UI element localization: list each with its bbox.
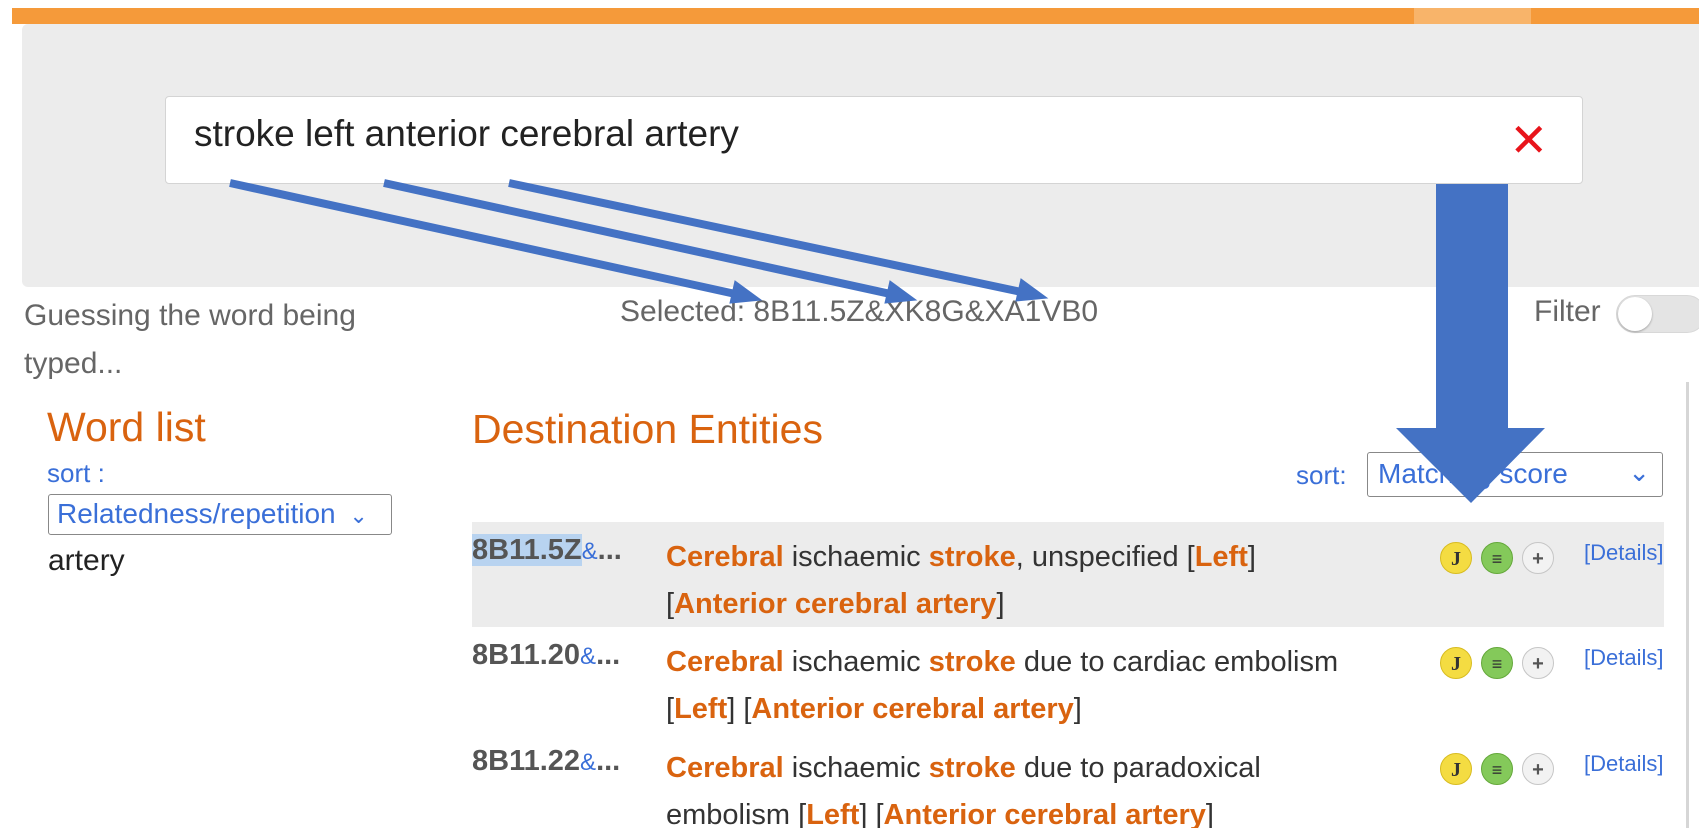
- j-icon[interactable]: J: [1440, 647, 1472, 679]
- chevron-down-icon: ⌄: [349, 503, 368, 528]
- description-text: ]: [1205, 799, 1214, 828]
- entity-code[interactable]: 8B11.5Z&...: [472, 534, 622, 567]
- matched-term: Left: [1194, 541, 1248, 573]
- destination-row[interactable]: 8B11.22&... Cerebral ischaemic stroke due…: [472, 733, 1664, 828]
- selected-codes: Selected: 8B11.5Z&XK8G&XA1VB0: [620, 295, 1099, 328]
- entity-code[interactable]: 8B11.22&...: [472, 745, 620, 778]
- matched-term: Anterior cerebral artery: [883, 799, 1206, 828]
- matched-term: Anterior cerebral artery: [674, 588, 997, 620]
- plus-icon[interactable]: +: [1522, 647, 1554, 679]
- plus-icon[interactable]: +: [1522, 753, 1554, 785]
- destination-row[interactable]: 8B11.5Z&... Cerebral ischaemic stroke, un…: [472, 522, 1664, 627]
- description-text: ] [: [859, 799, 884, 828]
- j-icon[interactable]: J: [1440, 753, 1472, 785]
- matched-term: stroke: [928, 646, 1016, 678]
- word-list-sort-value: Relatedness/repetition: [57, 498, 336, 529]
- list-icon[interactable]: ≡: [1481, 542, 1513, 574]
- word-list-item[interactable]: artery: [48, 544, 125, 578]
- matched-term: stroke: [928, 752, 1016, 784]
- details-link[interactable]: [Details]: [1584, 645, 1663, 671]
- list-icon[interactable]: ≡: [1481, 647, 1513, 679]
- matched-term: Anterior cerebral artery: [751, 693, 1074, 725]
- guess-status: Guessing the word being typed...: [24, 299, 356, 380]
- scrollbar[interactable]: [1686, 382, 1689, 828]
- matched-term: Left: [674, 693, 728, 725]
- word-list-title: Word list: [47, 404, 206, 450]
- description-text: ]: [1073, 693, 1082, 725]
- entity-code-amp: &: [580, 749, 597, 776]
- details-link[interactable]: [Details]: [1584, 751, 1663, 777]
- description-text: ischaemic: [783, 752, 929, 784]
- destination-entities-title: Destination Entities: [472, 406, 823, 452]
- search-query-text: stroke left anterior cerebral artery: [194, 113, 739, 154]
- j-icon[interactable]: J: [1440, 542, 1472, 574]
- entity-code-text: 8B11.20: [472, 639, 581, 671]
- word-list-sort-label: sort :: [47, 458, 105, 488]
- search-input[interactable]: stroke left anterior cerebral artery ✕: [165, 96, 1583, 184]
- details-link[interactable]: [Details]: [1584, 540, 1663, 566]
- word-list-sort-select[interactable]: Relatedness/repetition ⌄: [48, 494, 392, 535]
- entity-code-amp: &: [581, 538, 598, 565]
- filter-label: Filter: [1534, 295, 1601, 328]
- chevron-down-icon: ⌄: [1628, 457, 1650, 487]
- entity-description[interactable]: Cerebral ischaemic stroke due to paradox…: [666, 745, 1356, 828]
- matched-term: Left: [806, 799, 860, 828]
- entity-code-text: 8B11.5Z: [472, 534, 582, 566]
- entity-code-text: 8B11.22: [472, 745, 581, 777]
- entity-code-amp: &: [580, 643, 597, 670]
- top-accent-bar: [12, 8, 1699, 24]
- entity-code-ellipsis: ...: [597, 534, 622, 566]
- toggle-knob: [1618, 297, 1652, 331]
- matched-term: Cerebral: [666, 646, 784, 678]
- matched-term: stroke: [928, 541, 1016, 573]
- entity-description[interactable]: Cerebral ischaemic stroke due to cardiac…: [666, 639, 1356, 733]
- filter-toggle[interactable]: [1616, 295, 1699, 333]
- destination-sort-label: sort:: [1296, 460, 1347, 490]
- destination-row[interactable]: 8B11.20&... Cerebral ischaemic stroke due…: [472, 627, 1664, 732]
- top-accent-segment: [1414, 8, 1531, 24]
- description-text: ischaemic: [783, 541, 929, 573]
- description-text: , unspecified [: [1015, 541, 1195, 573]
- description-text: ischaemic: [783, 646, 929, 678]
- destination-sort-select[interactable]: Matching score ⌄: [1367, 452, 1663, 497]
- description-text: ]: [996, 588, 1005, 620]
- description-text: ] [: [727, 693, 752, 725]
- list-icon[interactable]: ≡: [1481, 753, 1513, 785]
- matched-term: Cerebral: [666, 541, 784, 573]
- entity-code-ellipsis: ...: [596, 639, 621, 671]
- plus-icon[interactable]: +: [1522, 542, 1554, 574]
- matched-term: Cerebral: [666, 752, 784, 784]
- entity-code-ellipsis: ...: [596, 745, 621, 777]
- entity-description[interactable]: Cerebral ischaemic stroke, unspecified […: [666, 534, 1356, 628]
- destination-sort-value: Matching score: [1378, 458, 1568, 489]
- entity-code[interactable]: 8B11.20&...: [472, 639, 620, 672]
- close-icon[interactable]: ✕: [1509, 117, 1548, 163]
